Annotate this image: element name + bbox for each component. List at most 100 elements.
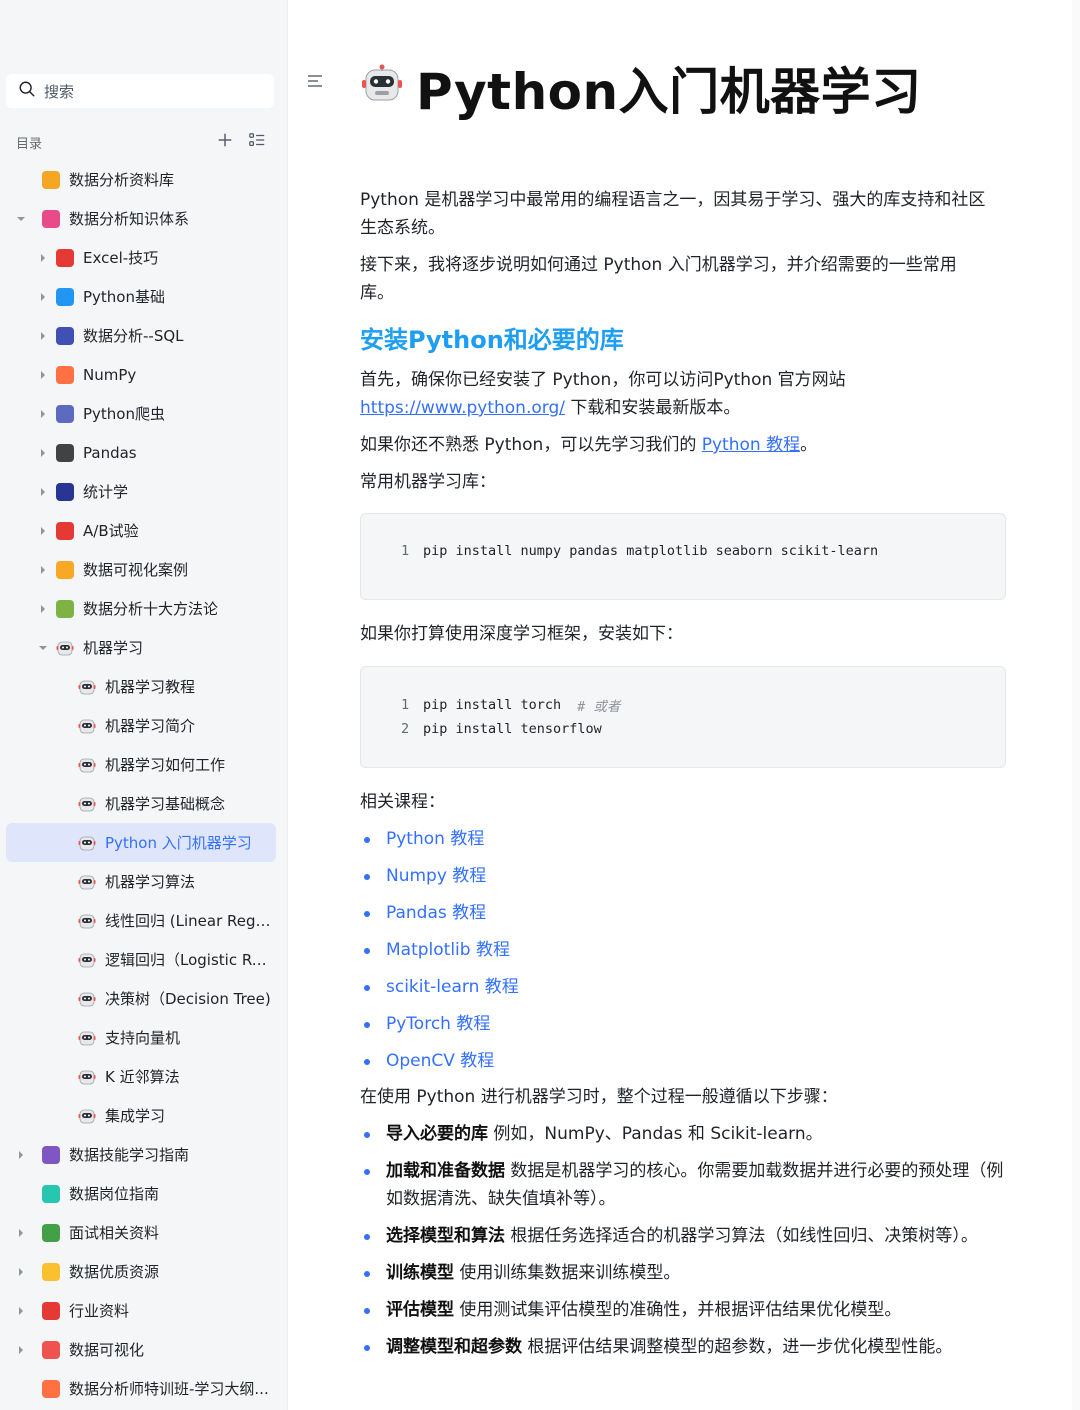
robot-icon [78, 990, 96, 1008]
sidebar-item[interactable]: NumPy [6, 355, 276, 394]
outline-icon[interactable] [306, 72, 326, 92]
caret-right-icon[interactable] [16, 1228, 26, 1238]
sidebar-item-label: A/B试验 [83, 522, 139, 540]
caret-right-icon[interactable] [16, 1345, 26, 1355]
sidebar-item[interactable]: 数据分析师特训班-学习大纲... [6, 1369, 276, 1408]
page-title: Python入门机器学习 [416, 63, 922, 121]
python-website-link[interactable]: https://www.python.org/ [360, 398, 565, 418]
course-link[interactable]: Matplotlib 教程 [386, 940, 510, 960]
memo-icon [56, 365, 74, 384]
tear-off-calendar-icon [42, 1301, 60, 1320]
sidebar-item[interactable]: Python基础 [6, 277, 276, 316]
sidebar-item[interactable]: 线性回归 (Linear Regre... [6, 901, 276, 940]
tutorial-text-end: 。 [800, 435, 818, 455]
sidebar-item-label: 机器学习简介 [105, 717, 196, 735]
course-list-item: Matplotlib 教程 [360, 936, 1010, 973]
caret-right-icon[interactable] [38, 370, 48, 380]
robot-icon [78, 912, 96, 930]
step-list-item: 调整模型和超参数 根据评估结果调整模型的超参数，进一步优化模型性能。 [360, 1333, 1010, 1361]
course-link[interactable]: Numpy 教程 [386, 866, 486, 886]
sidebar-item[interactable]: A/B试验 [6, 511, 276, 550]
sidebar-item[interactable]: 数据分析资料库 [6, 160, 276, 199]
robot-icon [78, 756, 96, 774]
caret-right-icon[interactable] [38, 331, 48, 341]
sidebar-item[interactable]: Python 入门机器学习 [6, 823, 276, 862]
sidebar-item[interactable]: Excel-技巧 [6, 238, 276, 277]
sidebar-item[interactable]: 数据技能学习指南 [6, 1135, 276, 1174]
code-block-1[interactable]: 1 pip install numpy pandas matplotlib sea… [360, 513, 1006, 600]
sidebar-item[interactable]: 数据可视化案例 [6, 550, 276, 589]
sidebar-item[interactable]: 行业资料 [6, 1291, 276, 1330]
caret-right-icon[interactable] [16, 1267, 26, 1277]
caret-right-icon[interactable] [38, 565, 48, 575]
sidebar-item-label: 数据分析--SQL [83, 327, 184, 345]
sidebar-item[interactable]: 支持向量机 [6, 1018, 276, 1057]
sidebar-item[interactable]: 数据优质资源 [6, 1252, 276, 1291]
sidebar-item-label: 机器学习教程 [105, 678, 196, 696]
sidebar-item[interactable]: 数据分析--SQL [6, 316, 276, 355]
memo-icon [42, 1379, 60, 1398]
list-view-icon[interactable] [248, 131, 266, 153]
robot-icon [78, 1029, 96, 1047]
toc-label: 目录 [16, 136, 43, 152]
intro-1-line-1: Python 是机器学习中最常用的编程语言之一，因其易于学习、强大的库支持和社区 [360, 190, 986, 210]
sidebar-item[interactable]: 数据岗位指南 [6, 1174, 276, 1213]
sidebar-item[interactable]: 机器学习教程 [6, 667, 276, 706]
sidebar-item[interactable]: 机器学习简介 [6, 706, 276, 745]
tutorial-paragraph: 如果你还不熟悉 Python，可以先学习我们的 Python 教程。 [360, 431, 1010, 459]
search-input[interactable]: 搜索 [6, 74, 274, 108]
caret-down-icon[interactable] [16, 214, 26, 224]
sidebar-item[interactable]: 数据分析知识体系 [6, 199, 276, 238]
code-line: 1 pip install numpy pandas matplotlib sea… [401, 539, 1005, 563]
add-icon[interactable] [216, 131, 234, 153]
caret-right-icon[interactable] [16, 1306, 26, 1316]
caret-right-icon[interactable] [38, 526, 48, 536]
caret-down-icon[interactable] [38, 643, 48, 653]
sidebar-item-label: 行业资料 [69, 1302, 130, 1320]
sidebar-item[interactable]: 机器学习 [6, 628, 276, 667]
course-link[interactable]: PyTorch 教程 [386, 1014, 490, 1034]
scrollbar[interactable] [1072, 0, 1080, 1410]
hundred-points-icon [56, 248, 74, 267]
sidebar-item-label: NumPy [83, 365, 137, 384]
course-link[interactable]: Pandas 教程 [386, 903, 486, 923]
sidebar-item[interactable]: Pandas [6, 433, 276, 472]
intro-1-line-2: 生态系统。 [360, 218, 445, 238]
sidebar-item[interactable]: 机器学习基础概念 [6, 784, 276, 823]
sidebar-item[interactable]: Python爬虫 [6, 394, 276, 433]
sidebar-item-label: 集成学习 [105, 1107, 166, 1125]
steps-list: 导入必要的库 例如，NumPy、Pandas 和 Scikit-learn。 加载… [360, 1120, 1010, 1361]
sidebar-item-label: 线性回归 (Linear Regre... [105, 912, 271, 930]
libs-label: 常用机器学习库： [360, 472, 496, 492]
install-text-2: 下载和安装最新版本。 [564, 398, 741, 418]
sidebar-item[interactable]: 决策树（Decision Tree) [6, 979, 276, 1018]
code-comment: # 或者 [577, 699, 621, 715]
sidebar-item[interactable]: 数据分析十大方法论 [6, 589, 276, 628]
sidebar-item[interactable]: K 近邻算法 [6, 1057, 276, 1096]
code-block-2[interactable]: 1 pip install torch # 或者 2 pip install tenso… [360, 666, 1006, 768]
sidebar-item[interactable]: 集成学习 [6, 1096, 276, 1135]
sidebar-item[interactable]: 逻辑回归（Logistic Reg... [6, 940, 276, 979]
caret-right-icon[interactable] [38, 253, 48, 263]
sidebar-item[interactable]: 机器学习如何工作 [6, 745, 276, 784]
deep-learning-label: 如果你打算使用深度学习框架，安装如下： [360, 624, 683, 644]
course-list-item: Pandas 教程 [360, 899, 1010, 936]
sidebar-item[interactable]: 机器学习算法 [6, 862, 276, 901]
caret-right-icon[interactable] [38, 604, 48, 614]
step-text: 使用测试集评估模型的准确性，并根据评估结果优化模型。 [454, 1300, 902, 1320]
sidebar-item[interactable]: 面试相关资料 [6, 1213, 276, 1252]
caret-right-icon[interactable] [38, 409, 48, 419]
course-link[interactable]: scikit-learn 教程 [386, 977, 519, 997]
sidebar-item[interactable]: 数据可视化 [6, 1330, 276, 1369]
sidebar-item-label: 逻辑回归（Logistic Reg... [105, 951, 271, 969]
course-link[interactable]: Python 教程 [386, 829, 484, 849]
robot-icon [78, 1107, 96, 1125]
step-text: 根据任务选择适合的机器学习算法（如线性回归、决策树等）。 [505, 1226, 978, 1246]
caret-right-icon[interactable] [16, 1150, 26, 1160]
course-link[interactable]: OpenCV 教程 [386, 1051, 494, 1071]
caret-right-icon[interactable] [38, 292, 48, 302]
caret-right-icon[interactable] [38, 487, 48, 497]
sidebar-item[interactable]: 统计学 [6, 472, 276, 511]
caret-right-icon[interactable] [38, 448, 48, 458]
python-tutorial-link[interactable]: Python 教程 [702, 435, 800, 455]
